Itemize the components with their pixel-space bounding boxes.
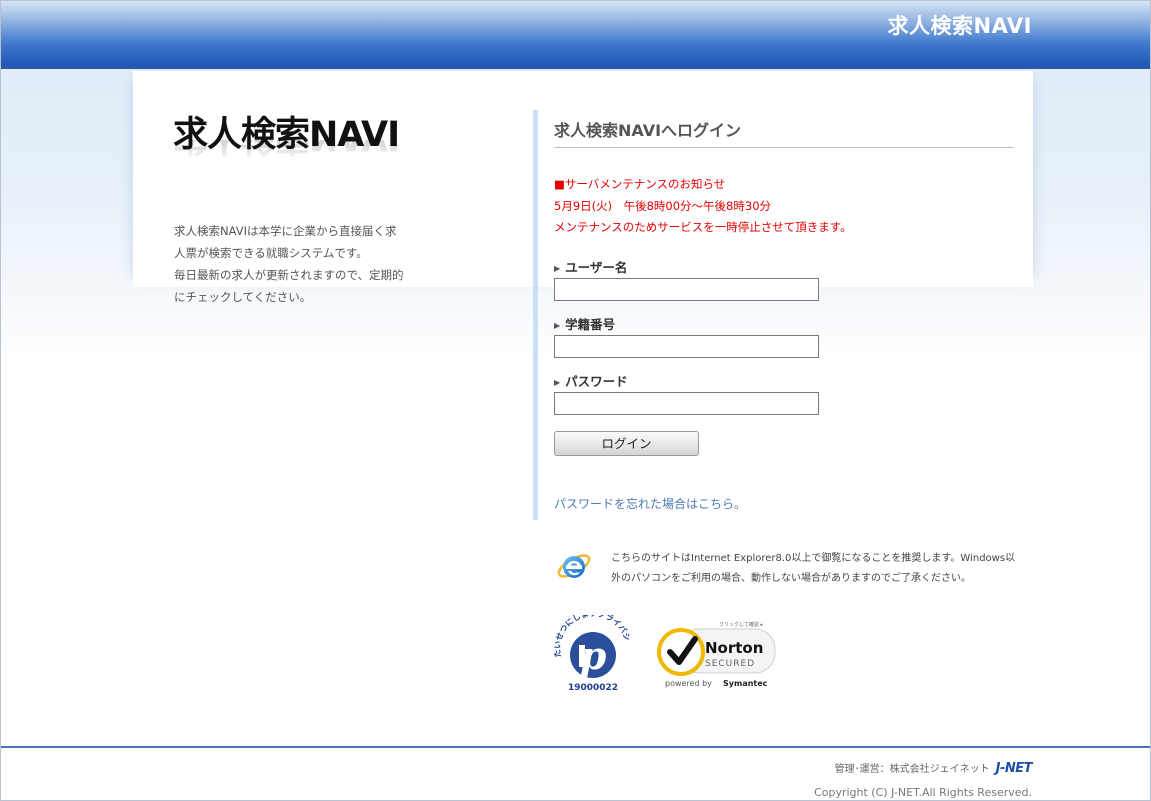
privacy-mark-badge[interactable]: たいせつにしますプライバシー p 19000022	[549, 608, 633, 693]
header-title: 求人検索NAVI	[887, 14, 1032, 38]
browser-notice: こちらのサイトはInternet Explorer8.0以上で御覧になることを推…	[611, 549, 1021, 589]
triangle-bullet-icon: ▶	[554, 264, 561, 273]
maintenance-notice: ■サーバメンテナンスのお知らせ 5月9日(火) 午後8時00分～午後8時30分 …	[554, 174, 852, 239]
norton-top-text: クリックして確認 ▸	[719, 621, 763, 628]
password-label: ▶ パスワード	[554, 371, 628, 390]
triangle-bullet-icon: ▶	[554, 321, 561, 330]
student-id-label: ▶ 学籍番号	[554, 314, 615, 333]
norton-powered-by: powered by	[665, 679, 712, 688]
jnet-logo: J-NET	[995, 761, 1033, 776]
password-label-text: パスワード	[565, 374, 628, 389]
norton-name: Norton	[705, 639, 763, 657]
login-section: 求人検索NAVIへログイン ■サーバメンテナンスのお知らせ 5月9日(火) 午後…	[533, 110, 1015, 520]
norton-vendor: Symantec	[723, 679, 768, 688]
forgot-password-link[interactable]: パスワードを忘れた場合はこちら。	[554, 495, 746, 512]
site-description: 求人検索NAVIは本学に企業から直接届く求 人票が検索できる就職システムです。 …	[174, 220, 419, 308]
page-frame: 求人検索NAVI 求人検索NAVI 求人検索NAVI 求人検索NAVIは本学に企…	[0, 0, 1151, 801]
password-input[interactable]	[554, 392, 819, 415]
description-line: にチェックしてください。	[174, 290, 312, 304]
norton-secured: SECURED	[705, 659, 755, 669]
privacy-mark-number: 19000022	[568, 683, 618, 693]
username-input[interactable]	[554, 278, 819, 301]
description-line: 毎日最新の求人が更新されますので、定期的	[174, 268, 404, 282]
header-bar: 求人検索NAVI	[1, 1, 1150, 69]
norton-secured-badge[interactable]: クリックして確認 ▸ Norton SECURED powered by Sym…	[657, 619, 779, 691]
notice-line: 5月9日(火) 午後8時00分～午後8時30分	[554, 198, 772, 213]
notice-line: ■サーバメンテナンスのお知らせ	[554, 177, 726, 191]
username-label-text: ユーザー名	[565, 260, 628, 275]
internet-explorer-icon	[556, 548, 592, 584]
login-title: 求人検索NAVIへログイン	[554, 117, 1014, 148]
username-label: ▶ ユーザー名	[554, 257, 627, 276]
footer-operator: 管理･運営：株式会社ジェイネット J-NET	[834, 760, 1033, 776]
operator-text: 管理･運営：株式会社ジェイネット	[834, 764, 990, 775]
student-id-input[interactable]	[554, 335, 819, 358]
browser-notice-line: こちらのサイトはInternet Explorer8.0以上で御覧になることを推…	[611, 553, 1016, 564]
notice-line: メンテナンスのためサービスを一時停止させて頂きます。	[554, 220, 852, 234]
student-id-label-text: 学籍番号	[565, 317, 616, 332]
description-line: 求人検索NAVIは本学に企業から直接届く求	[174, 224, 397, 238]
browser-notice-line: 外のパソコンをご利用の場合、動作しない場合がありますのでご了承ください。	[611, 573, 971, 584]
brand-logo-reflection: 求人検索NAVI	[173, 140, 399, 166]
footer-copyright: Copyright (C) J-NET.All Rights Reserved.	[814, 786, 1032, 799]
triangle-bullet-icon: ▶	[554, 378, 561, 387]
footer-divider	[1, 746, 1150, 748]
description-line: 人票が検索できる就職システムです。	[174, 246, 368, 260]
login-button[interactable]: ログイン	[554, 431, 699, 456]
